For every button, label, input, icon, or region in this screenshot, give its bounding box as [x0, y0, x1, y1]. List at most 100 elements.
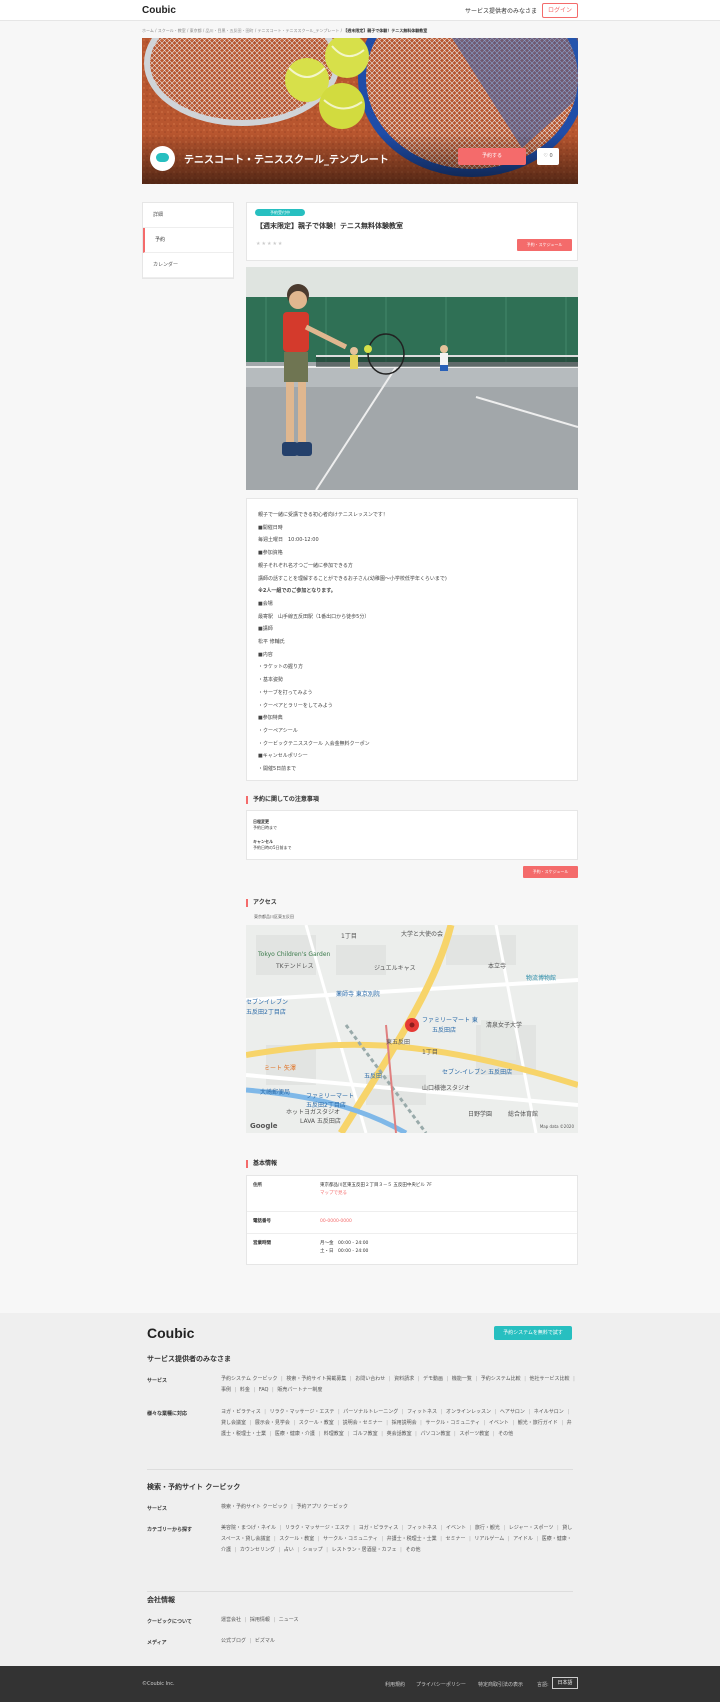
footer-link[interactable]: ネイルサロン: [534, 1409, 571, 1415]
footer-link[interactable]: 医療・健康・介護: [275, 1431, 324, 1437]
map-label: ファミリーマート: [306, 1093, 355, 1100]
footer-link[interactable]: イベント: [489, 1420, 518, 1426]
footer-link[interactable]: 公式ブログ: [221, 1638, 255, 1644]
free-trial-button[interactable]: 予約システムを無料で試す: [494, 1326, 572, 1340]
footer-link[interactable]: 採用情報: [250, 1617, 279, 1623]
footer-link[interactable]: ショップ: [303, 1547, 332, 1553]
footer-link[interactable]: FAQ: [259, 1387, 278, 1393]
info-value: 月〜金 00:00 - 24:00 土・日 00:00 - 24:00: [320, 1240, 368, 1256]
map-label: TKテンドレス: [276, 963, 314, 970]
footer-link[interactable]: 事例: [221, 1387, 240, 1393]
sidebar-item-calendar[interactable]: カレンダー: [143, 253, 233, 278]
tokusho-link[interactable]: 特定商取引法の表示: [478, 1681, 523, 1688]
provider-link[interactable]: サービス提供者のみなさま: [465, 6, 537, 15]
breadcrumb-path[interactable]: ホーム / スクール・教室 / 東京都 / 品川・目黒・五反田・田町 / テニス…: [142, 28, 343, 33]
footer-link[interactable]: 展示会・見学会: [255, 1420, 299, 1426]
map-data-credit[interactable]: Map data ©2020: [540, 1124, 574, 1129]
breadcrumb-current: 【週末限定】親子で体験！テニス無料体験教室: [343, 28, 428, 33]
description-line: ※2人一組でのご参加となります。: [258, 588, 336, 595]
footer-link[interactable]: 検索・予約サイト掲載募集: [286, 1376, 355, 1382]
footer-link[interactable]: 説明会・セミナー: [343, 1420, 392, 1426]
footer-link[interactable]: ゴルフ教室: [353, 1431, 387, 1437]
footer-link[interactable]: パソコン教室: [420, 1431, 459, 1437]
footer-link[interactable]: ニュース: [279, 1617, 303, 1623]
map-label: 大崎郵便局: [260, 1089, 291, 1096]
sidebar-item-reserve[interactable]: 予約: [143, 228, 233, 253]
login-button[interactable]: ログイン: [542, 3, 578, 18]
footer-link[interactable]: リラク・マッサージ・エステ: [285, 1525, 359, 1531]
description-line: ■キャンセルポリシー: [258, 753, 308, 760]
terms-link[interactable]: 利用規約: [385, 1681, 405, 1688]
map-label: 五反田2丁目店: [246, 1009, 286, 1016]
footer-link[interactable]: 旅行・観光: [475, 1525, 509, 1531]
footer-link[interactable]: スポーツ教室: [459, 1431, 498, 1437]
footer-link[interactable]: ヨガ・ピラティス: [221, 1409, 270, 1415]
privacy-link[interactable]: プライバシーポリシー: [416, 1681, 466, 1688]
schedule-button[interactable]: 予約・スケジュール: [517, 239, 572, 251]
footer-link[interactable]: 予約システム クービック: [221, 1376, 286, 1382]
footer-link[interactable]: セミナー: [446, 1536, 475, 1542]
book-button[interactable]: 予約する: [458, 148, 526, 165]
footer-link[interactable]: アイドル: [513, 1536, 542, 1542]
footer-link[interactable]: 観光・旅行ガイド: [518, 1420, 567, 1426]
footer-link[interactable]: オンラインレッスン: [446, 1409, 500, 1415]
footer-link[interactable]: その他: [405, 1547, 424, 1553]
footer-link[interactable]: デモ動画: [423, 1376, 452, 1382]
menu-card: 予約受付中 【週末限定】親子で体験！テニス無料体験教室 ★★★★★ 予約・スケジ…: [246, 202, 578, 261]
footer-link[interactable]: スクール・教室: [299, 1420, 343, 1426]
footer-link[interactable]: 予約システム比較: [481, 1376, 530, 1382]
footer-link[interactable]: 機能一覧: [452, 1376, 481, 1382]
footer-link[interactable]: 採用説明会: [392, 1420, 426, 1426]
footer-link[interactable]: お問い合わせ: [355, 1376, 394, 1382]
schedule-button-bottom[interactable]: 予約・スケジュール: [523, 866, 578, 878]
footer-link[interactable]: 貸し会議室: [221, 1420, 255, 1426]
map-label: セブンイレブン: [246, 999, 289, 1006]
phone-link[interactable]: 00-0000-0000: [320, 1218, 352, 1226]
google-map[interactable]: 1丁目 大学と大使の会 Tokyo Children's Garden TKテン…: [246, 925, 578, 1133]
footer-link[interactable]: 運営会社: [221, 1617, 250, 1623]
coubic-logo[interactable]: Coubic: [142, 5, 176, 16]
footer-link[interactable]: ヘアサロン: [500, 1409, 534, 1415]
footer-provider-title: サービス提供者のみなさま: [147, 1355, 231, 1363]
language-select[interactable]: 日本語: [552, 1677, 578, 1689]
map-label: 物流博物館: [526, 975, 557, 982]
footer-link[interactable]: 料金: [240, 1387, 259, 1393]
map-link[interactable]: マップで見る: [320, 1190, 432, 1198]
footer-logo[interactable]: Coubic: [147, 1325, 194, 1341]
footer-link[interactable]: 検索・予約サイト クービック: [221, 1504, 296, 1510]
footer-link[interactable]: サークル・コミュニティ: [323, 1536, 386, 1542]
footer-link[interactable]: フィットネス: [407, 1525, 446, 1531]
hours-weekend: 土・日 00:00 - 24:00: [320, 1249, 369, 1254]
footer-link[interactable]: リラク・マッサージ・エステ: [270, 1409, 344, 1415]
footer-link[interactable]: リアルゲーム: [474, 1536, 513, 1542]
footer-link[interactable]: イベント: [446, 1525, 475, 1531]
footer-link[interactable]: レストラン・居酒屋・カフェ: [332, 1547, 406, 1553]
footer-link[interactable]: 美容院・まつげ・ネイル: [221, 1525, 285, 1531]
footer-link[interactable]: レジャー・スポーツ: [509, 1525, 563, 1531]
footer-label: メディア: [147, 1640, 167, 1646]
coubic-mark-icon: [156, 153, 169, 162]
footer-link[interactable]: フィットネス: [407, 1409, 446, 1415]
footer-link[interactable]: 料理教室: [324, 1431, 353, 1437]
footer-link[interactable]: 英会話教室: [387, 1431, 421, 1437]
footer-label: サービス: [147, 1378, 168, 1384]
footer-link[interactable]: 予約アプリ クービック: [296, 1504, 352, 1510]
footer-link[interactable]: 他社サービス比較: [530, 1376, 577, 1382]
description-line: 最寄駅 山手線五反田駅（1番出口から徒歩5分）: [258, 613, 370, 620]
footer-link[interactable]: ヨガ・ピラティス: [359, 1525, 408, 1531]
footer-link[interactable]: パーソナルトレーニング: [343, 1409, 407, 1415]
favorite-button[interactable]: ♡ 0: [537, 148, 559, 165]
footer-link[interactable]: 資料請求: [394, 1376, 423, 1382]
footer-link[interactable]: 占い: [284, 1547, 303, 1553]
footer-link[interactable]: サークル・コミュニティ: [425, 1420, 488, 1426]
footer-links: ヨガ・ピラティスリラク・マッサージ・エステパーソナルトレーニングフィットネスオン…: [221, 1407, 576, 1440]
footer-link[interactable]: 弁護士・税理士・士業: [387, 1536, 446, 1542]
footer-link[interactable]: 販売パートナー制度: [277, 1387, 326, 1393]
footer-link[interactable]: スクール・教室: [279, 1536, 323, 1542]
footer-link[interactable]: その他: [498, 1431, 517, 1437]
footer-link[interactable]: カウンセリング: [240, 1547, 284, 1553]
description-line: 毎週土曜日 10:00-12:00: [258, 537, 319, 544]
sidebar-item-detail[interactable]: 詳細: [143, 203, 233, 228]
description-line: ・サーブを打ってみよう: [258, 689, 313, 696]
footer-link[interactable]: ビズマル: [255, 1638, 279, 1644]
